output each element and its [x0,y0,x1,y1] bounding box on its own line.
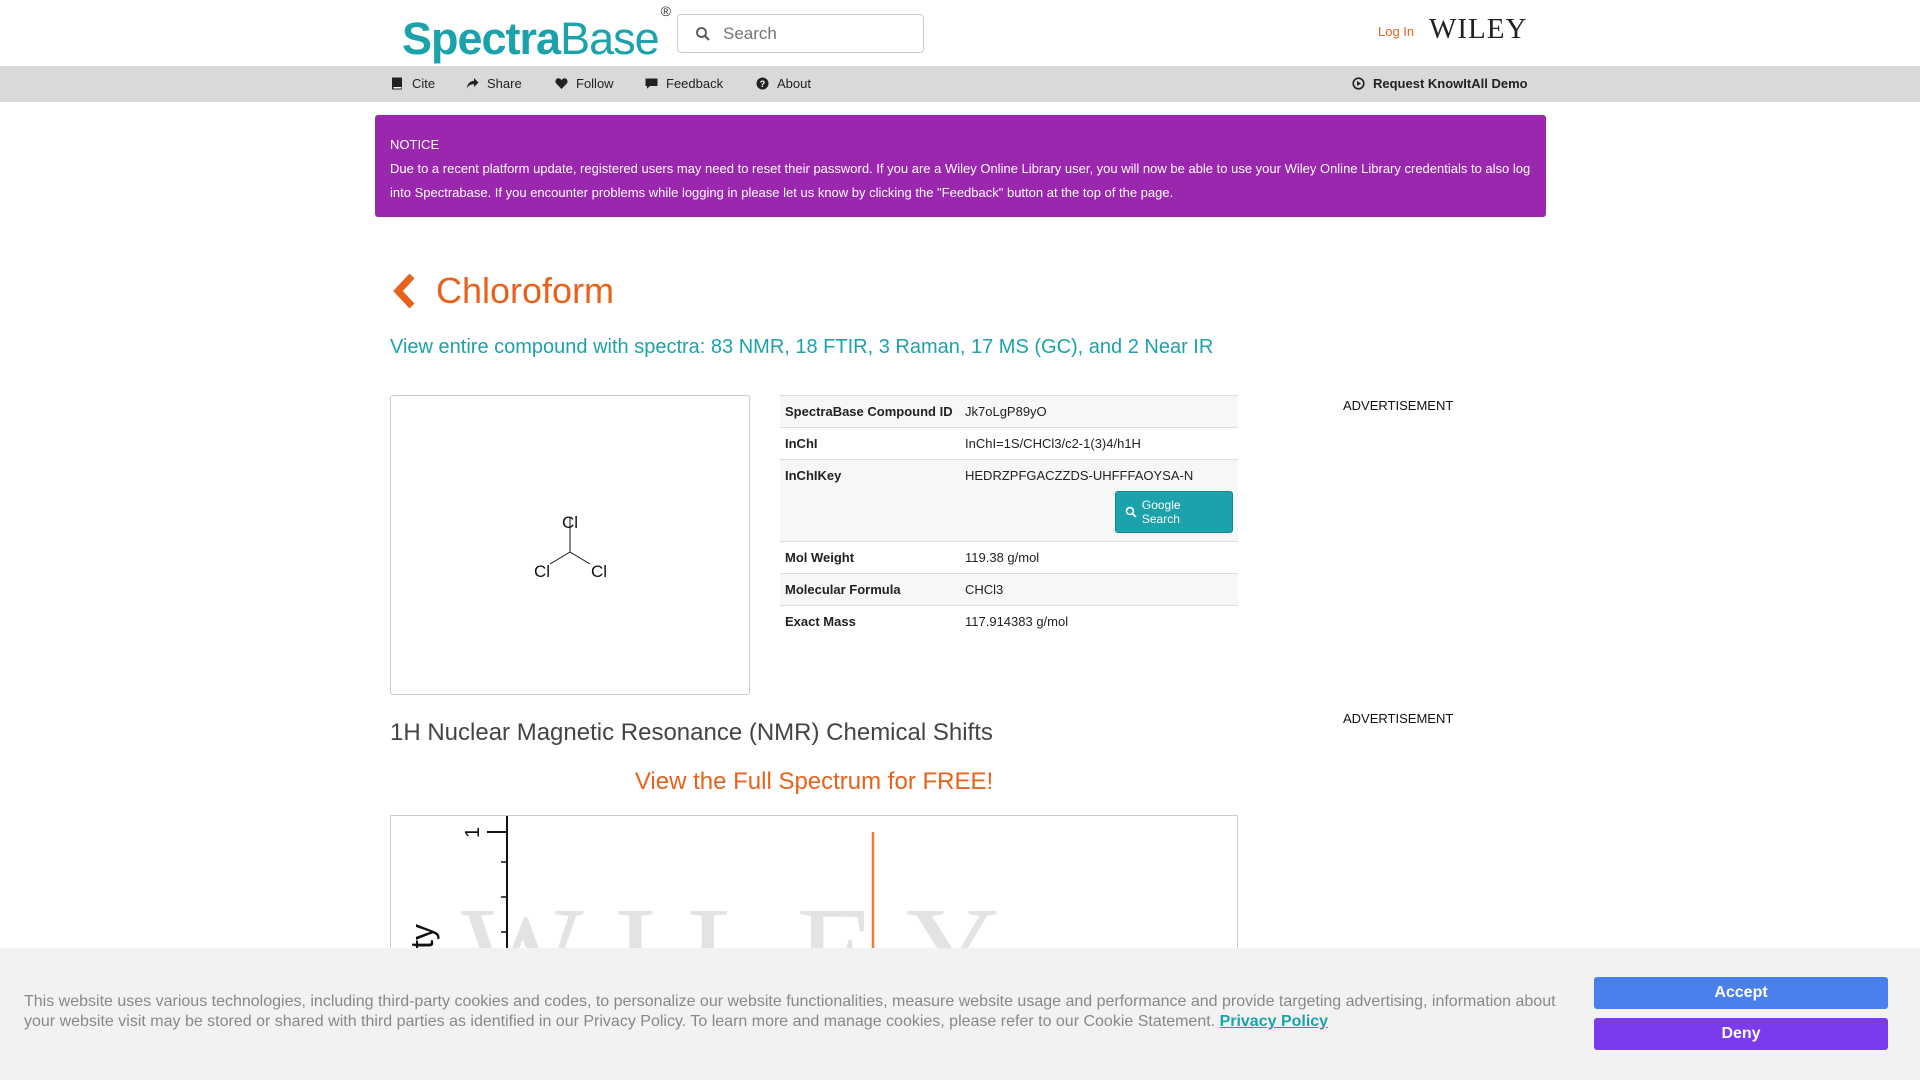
nav-request-demo[interactable]: Request KnowItAll Demo [1352,76,1528,91]
property-key: InChIKey [780,459,960,542]
nav-about-label: About [777,76,811,91]
nav-follow[interactable]: Follow [555,76,614,91]
nav-feedback[interactable]: Feedback [645,76,723,91]
play-circle-icon [1352,77,1365,90]
svg-text:?: ? [760,79,766,89]
cookie-consent-banner: This website uses various technologies, … [0,948,1920,1080]
notice-banner: NOTICE Due to a recent platform update, … [375,115,1546,217]
property-value-cell: HEDRZPFGACZZDS-UHFFFAOYSA-N Google Searc… [960,459,1238,542]
property-value: 119.38 g/mol [960,541,1238,574]
nav-request-demo-label: Request KnowItAll Demo [1373,76,1528,91]
notice-body: Due to a recent platform update, registe… [390,161,1531,200]
advertisement-label-1: ADVERTISEMENT [1343,398,1454,413]
atom-cl-top: Cl [562,513,578,532]
property-key: Molecular Formula [780,573,960,606]
notice-heading: NOTICE [390,137,440,152]
property-value: 117.914383 g/mol [960,605,1238,637]
google-search-button[interactable]: Google Search [1115,491,1233,533]
nav-about[interactable]: ? About [756,76,811,91]
property-value: HEDRZPFGACZZDS-UHFFFAOYSA-N [965,468,1194,483]
nav-share-label: Share [487,76,522,91]
structure-panel[interactable]: Cl Cl Cl [390,395,750,695]
accept-cookies-button[interactable]: Accept [1594,977,1888,1009]
nav-follow-label: Follow [576,76,614,91]
search-input[interactable] [723,21,913,47]
comment-icon [645,78,658,89]
deny-cookies-button[interactable]: Deny [1594,1018,1888,1050]
spectrabase-logo[interactable]: SpectraBase® [402,3,671,64]
table-row: InChIKey HEDRZPFGACZZDS-UHFFFAOYSA-N Goo… [780,459,1238,542]
property-value: InChI=1S/CHCl3/c2-1(3)4/h1H [960,427,1238,460]
logo-part1: Spectra [402,13,561,64]
book-icon [392,77,402,90]
logo-registered-mark: ® [660,3,671,19]
atom-cl-left: Cl [534,562,550,581]
nav-share[interactable]: Share [466,76,522,91]
compound-title-row: Chloroform [390,270,614,312]
chevron-left-icon[interactable] [390,273,420,309]
advertisement-label-2: ADVERTISEMENT [1343,711,1454,726]
property-key: InChI [780,427,960,460]
nav-cite[interactable]: Cite [391,76,435,91]
table-row: InChI InChI=1S/CHCl3/c2-1(3)4/h1H [780,427,1238,460]
wiley-logo[interactable]: WILEY [1429,13,1527,46]
nav-cite-label: Cite [412,76,436,91]
compound-title: Chloroform [436,270,615,311]
view-compound-link[interactable]: View entire compound with spectra: 83 NM… [390,336,1213,359]
nmr-section-heading: 1H Nuclear Magnetic Resonance (NMR) Chem… [390,719,993,746]
heart-icon [555,78,568,89]
question-circle-icon: ? [756,77,769,90]
top-header: SpectraBase® Log In WILEY [0,0,1920,66]
search-icon [1125,506,1137,518]
cookie-text-block: This website uses various technologies, … [24,992,1584,1032]
login-link[interactable]: Log In [1378,24,1414,39]
property-key: Mol Weight [780,541,960,574]
atom-cl-right: Cl [591,562,607,581]
view-full-spectrum-link[interactable]: View the Full Spectrum for FREE! [390,768,1238,796]
chloroform-structure-drawing: Cl Cl Cl [534,513,607,581]
share-icon [466,78,479,89]
nav-feedback-label: Feedback [666,76,724,91]
table-row: Mol Weight 119.38 g/mol [780,541,1238,574]
y-tick-label: 1 [462,827,484,838]
logo-part2: Base [560,13,660,64]
table-row: Molecular Formula CHCl3 [780,573,1238,606]
search-icon [696,27,710,41]
table-row: Exact Mass 117.914383 g/mol [780,605,1238,637]
property-value: CHCl3 [960,573,1238,606]
property-value: Jk7oLgP89yO [960,395,1238,428]
nav-bar: Cite Share Follow Feedback ? About Reque… [0,66,1920,102]
compound-properties-table: SpectraBase Compound ID Jk7oLgP89yO InCh… [780,395,1238,637]
search-box[interactable] [677,14,924,53]
property-key: SpectraBase Compound ID [780,395,960,428]
table-row: SpectraBase Compound ID Jk7oLgP89yO [780,395,1238,428]
privacy-policy-link[interactable]: Privacy Policy [1220,1013,1329,1030]
property-key: Exact Mass [780,605,960,637]
google-search-label: Google Search [1141,498,1181,526]
